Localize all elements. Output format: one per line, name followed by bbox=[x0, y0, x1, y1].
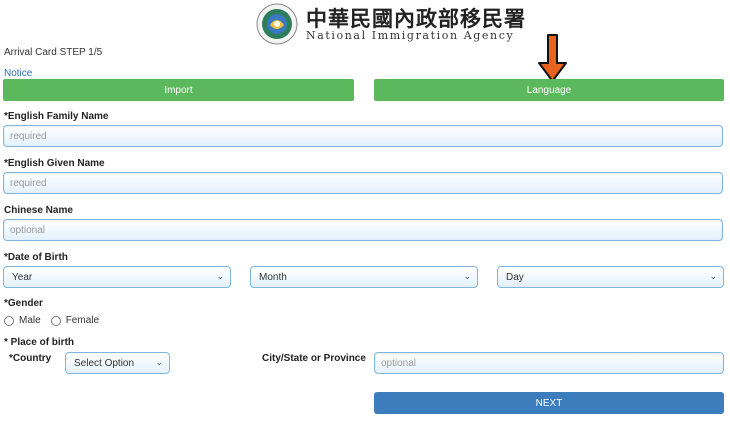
place-of-birth-label: * Place of birth bbox=[4, 337, 75, 348]
family-name-label: *English Family Name bbox=[4, 111, 109, 122]
import-button[interactable]: Import bbox=[3, 79, 354, 101]
dob-month-value: Month bbox=[259, 271, 287, 283]
country-value: Select Option bbox=[74, 357, 135, 369]
dob-year-value: Year bbox=[12, 271, 33, 283]
dob-year-select[interactable]: Year ⌄ bbox=[3, 266, 231, 288]
next-button[interactable]: NEXT bbox=[374, 392, 724, 414]
dob-day-value: Day bbox=[506, 271, 524, 283]
chevron-down-icon: ⌄ bbox=[709, 271, 717, 281]
city-label: City/State or Province bbox=[262, 353, 366, 364]
given-name-input[interactable]: required bbox=[3, 172, 723, 194]
step-indicator: Arrival Card STEP 1/5 bbox=[4, 47, 103, 58]
male-radio[interactable] bbox=[4, 315, 14, 326]
city-input[interactable]: optional bbox=[374, 352, 724, 374]
dob-month-select[interactable]: Month ⌄ bbox=[250, 266, 478, 288]
chevron-down-icon: ⌄ bbox=[155, 357, 163, 367]
notice-link[interactable]: Notice bbox=[4, 68, 32, 79]
gender-options: Male Female bbox=[4, 315, 99, 326]
gender-label: *Gender bbox=[4, 298, 43, 309]
agency-logo-icon bbox=[256, 3, 298, 45]
dob-day-select[interactable]: Day ⌄ bbox=[497, 266, 724, 288]
chinese-name-label: Chinese Name bbox=[4, 205, 73, 216]
female-radio[interactable] bbox=[50, 315, 61, 326]
given-name-label: *English Given Name bbox=[4, 158, 105, 169]
male-label: Male bbox=[19, 315, 41, 326]
language-button[interactable]: Language bbox=[374, 79, 724, 101]
chevron-down-icon: ⌄ bbox=[463, 271, 471, 281]
chevron-down-icon: ⌄ bbox=[216, 271, 224, 281]
dob-label: *Date of Birth bbox=[4, 252, 68, 263]
country-select[interactable]: Select Option ⌄ bbox=[65, 352, 170, 374]
family-name-input[interactable]: required bbox=[3, 125, 723, 147]
female-label: Female bbox=[65, 315, 100, 326]
agency-name-english: National Immigration Agency bbox=[306, 29, 515, 42]
down-arrow-icon bbox=[538, 34, 567, 82]
country-label: *Country bbox=[9, 353, 52, 364]
header: 中華民國內政部移民署 National Immigration Agency bbox=[0, 0, 730, 46]
chinese-name-input[interactable]: optional bbox=[3, 219, 723, 241]
